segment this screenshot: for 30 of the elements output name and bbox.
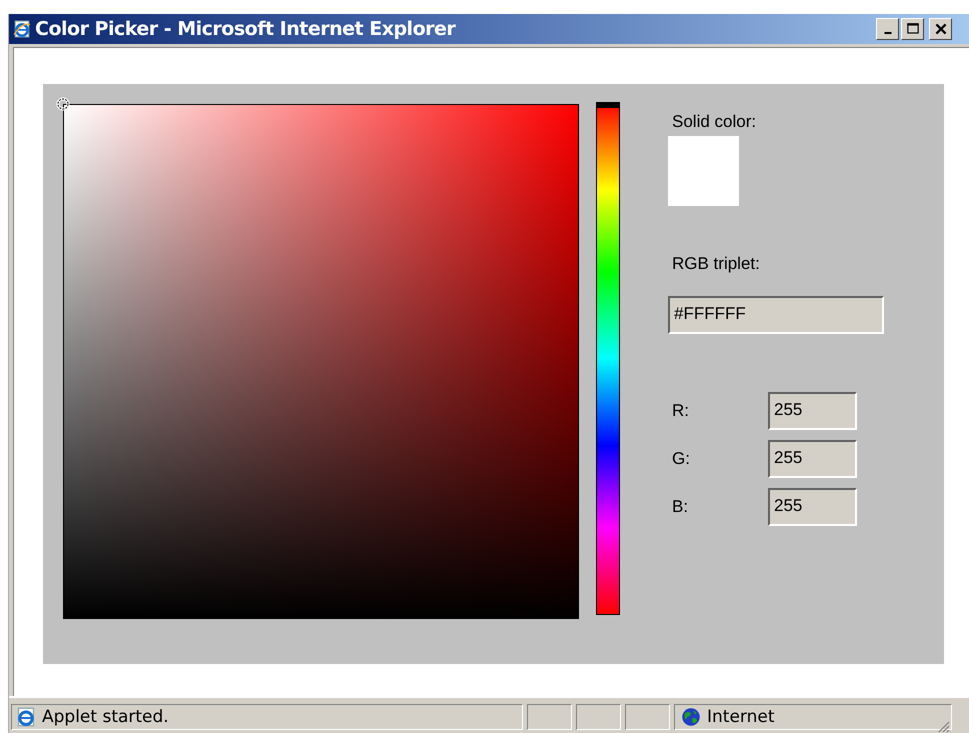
rgb-triplet-label: RGB triplet: (672, 254, 761, 274)
minimize-icon (884, 32, 892, 34)
status-pane (576, 704, 621, 730)
picker-marker-icon[interactable] (56, 96, 70, 111)
channel-label: B: (672, 496, 690, 517)
channel-field[interactable]: 255 (768, 488, 857, 526)
channel-field[interactable]: 255 (768, 440, 857, 478)
status-pane (527, 704, 572, 730)
security-zone-label: Internet (707, 706, 775, 727)
globe-icon (681, 706, 701, 727)
page-icon (16, 706, 36, 727)
saturation-value-field[interactable] (63, 104, 579, 619)
color-swatch (668, 136, 739, 206)
maximize-icon (904, 22, 920, 36)
minimize-button[interactable] (876, 18, 899, 40)
resize-grip-icon[interactable] (936, 719, 950, 733)
channel-field[interactable]: 255 (768, 392, 857, 430)
status-pane (625, 704, 670, 730)
rgb-triplet-field[interactable]: #FFFFFF (668, 296, 884, 334)
window-title: Color Picker - Microsoft Internet Explorer (35, 18, 457, 40)
solid-color-label: Solid color: (672, 112, 758, 132)
close-button[interactable] (929, 18, 952, 40)
channel-label: G: (672, 448, 691, 469)
hue-slider[interactable] (596, 102, 620, 615)
close-icon (932, 22, 948, 36)
maximize-button[interactable] (901, 18, 924, 40)
channel-label: R: (672, 400, 690, 421)
status-message: Applet started. (42, 706, 169, 727)
browser-icon (13, 20, 31, 38)
slider-thumb[interactable] (597, 102, 619, 108)
